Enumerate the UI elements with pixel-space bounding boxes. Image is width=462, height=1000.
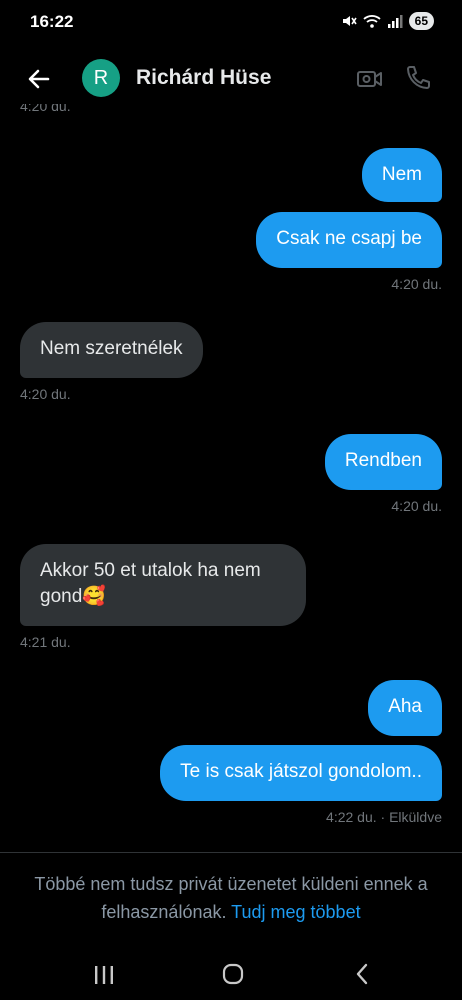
status-bar: 16:22 65 — [0, 0, 462, 44]
sent-message[interactable]: Rendben — [324, 434, 442, 490]
phone-call-icon[interactable] — [404, 64, 432, 92]
nav-back-icon[interactable] — [352, 962, 372, 986]
message-timestamp: 4:20 du. — [391, 276, 442, 292]
video-call-icon[interactable] — [356, 65, 384, 93]
signal-icon — [387, 15, 403, 28]
received-message[interactable]: Nem szeretnélek — [20, 322, 203, 378]
status-icons: 65 — [341, 12, 434, 30]
battery-indicator: 65 — [408, 12, 434, 30]
wifi-icon — [363, 15, 381, 28]
dm-restriction-notice: Többé nem tudsz privát üzenetet küldeni … — [20, 870, 442, 926]
sent-message[interactable]: Aha — [368, 680, 442, 736]
message-timestamp: 4:21 du. — [20, 634, 71, 650]
received-message[interactable]: Akkor 50 et utalok ha nem gond🥰 — [20, 544, 306, 626]
message-timestamp: 4:20 du. — [20, 386, 71, 402]
learn-more-link[interactable]: Tudj meg többet — [231, 902, 360, 922]
sent-message[interactable]: Csak ne csapj be — [256, 212, 442, 268]
status-time: 16:22 — [30, 12, 74, 31]
chat-header: R Richárd Hüse — [0, 52, 462, 104]
recents-icon[interactable] — [92, 964, 116, 986]
home-icon[interactable] — [221, 962, 245, 986]
sent-message[interactable]: Te is csak játszol gondolom.. — [160, 745, 442, 801]
mute-icon — [342, 16, 357, 26]
message-status: 4:22 du. · Elküldve — [326, 809, 442, 825]
message-timestamp: 4:20 du. — [20, 104, 71, 114]
divider — [0, 852, 462, 853]
contact-name[interactable]: Richárd Hüse — [136, 66, 271, 90]
avatar[interactable]: R — [82, 59, 120, 97]
back-arrow-icon[interactable] — [24, 64, 54, 94]
message-timestamp: 4:20 du. — [391, 498, 442, 514]
system-nav-bar — [0, 950, 462, 1000]
message-list[interactable]: 4:20 du. Nem Csak ne csapj be 4:20 du. N… — [0, 104, 462, 852]
sent-message[interactable]: Nem — [361, 148, 442, 202]
